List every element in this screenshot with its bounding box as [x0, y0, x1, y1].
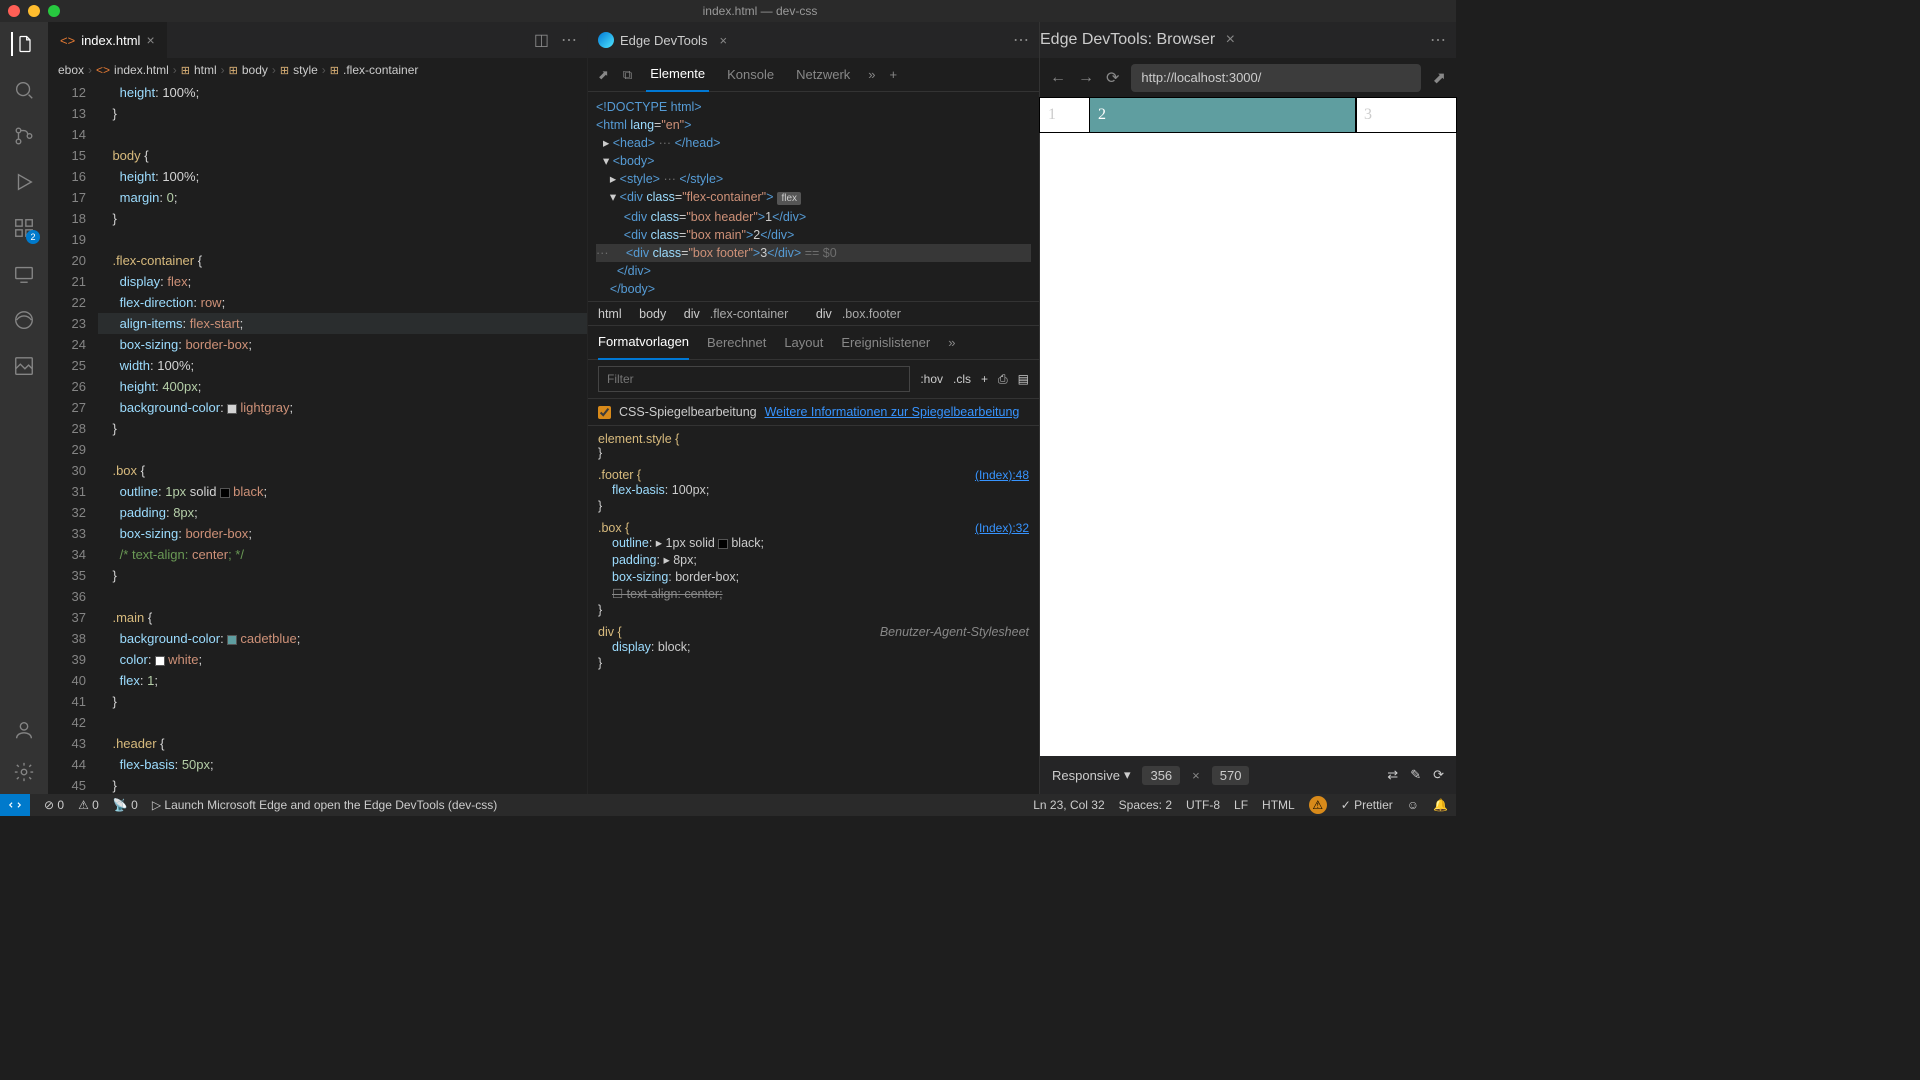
feedback-icon[interactable]: ☺ — [1407, 798, 1419, 812]
preview-box-1: 1 — [1040, 98, 1090, 132]
window-title: index.html — dev-css — [72, 4, 1448, 18]
ports-count[interactable]: 📡 0 — [113, 798, 138, 812]
styles-filter-row: :hov .cls + ⎙ ▤ — [588, 360, 1039, 399]
new-rule-icon[interactable]: + — [981, 372, 988, 386]
browser-panel: Edge DevTools: Browser × ⋯ ← → ⟳ http://… — [1040, 22, 1456, 794]
chevron-right-icon[interactable]: » — [868, 67, 875, 82]
tab-layout[interactable]: Layout — [784, 335, 823, 350]
errors-count[interactable]: ⊘ 0 — [44, 798, 64, 812]
edge-icon — [598, 32, 614, 48]
more-icon[interactable]: ⋯ — [1013, 30, 1029, 50]
device-select[interactable]: Responsive ▾ — [1052, 767, 1130, 783]
responsive-bar: Responsive ▾ 356 × 570 ⇄ ✎ ⟳ — [1040, 756, 1456, 794]
zoom-window[interactable] — [48, 5, 60, 17]
css-mirror-row: CSS-Spiegelbearbeitung Weitere Informati… — [588, 399, 1039, 426]
rotate-icon[interactable]: ⇄ — [1387, 767, 1398, 783]
forward-icon[interactable]: → — [1078, 69, 1094, 87]
more-icon[interactable]: ⋯ — [561, 30, 577, 50]
css-mirror-checkbox[interactable] — [598, 406, 611, 419]
coverage-icon[interactable]: ✎ — [1410, 767, 1421, 783]
computed-icon[interactable]: ⎙ — [998, 372, 1008, 387]
source-control-icon[interactable] — [12, 124, 36, 148]
minimize-window[interactable] — [28, 5, 40, 17]
editor-actions: ◫ ⋯ — [534, 30, 587, 50]
notifications-icon[interactable]: 🔔 — [1433, 798, 1448, 812]
html-file-icon: <> — [60, 33, 75, 48]
statusbar: ⊘ 0 ⚠ 0 📡 0 ▷ Launch Microsoft Edge and … — [0, 794, 1456, 816]
viewport-height[interactable]: 570 — [1212, 766, 1250, 785]
traffic-lights — [8, 5, 60, 17]
tab-konsole[interactable]: Konsole — [723, 58, 778, 92]
code-editor[interactable]: 1213141516171819202122232425262728293031… — [48, 82, 587, 794]
url-field[interactable]: http://localhost:3000/ — [1131, 64, 1420, 92]
tab-edge-browser[interactable]: Edge DevTools: Browser × — [1040, 31, 1235, 49]
chevron-right-icon[interactable]: » — [948, 335, 955, 350]
styles-filter-input[interactable] — [598, 366, 910, 392]
styles-tabbar: Formatvorlagen Berechnet Layout Ereignis… — [588, 326, 1039, 360]
layout-panel-icon[interactable]: ▤ — [1018, 372, 1029, 386]
tab-netzwerk[interactable]: Netzwerk — [792, 58, 854, 92]
prettier-status[interactable]: ✓ Prettier — [1341, 798, 1393, 812]
tab-edge-devtools[interactable]: Edge DevTools × — [588, 22, 737, 58]
css-mirror-link[interactable]: Weitere Informationen zur Spiegelbearbei… — [765, 405, 1020, 419]
close-icon[interactable]: × — [719, 33, 727, 48]
dom-crumbs[interactable]: html body div.flex-container div.box.foo… — [588, 302, 1039, 326]
back-icon[interactable]: ← — [1050, 69, 1066, 87]
titlebar: index.html — dev-css — [0, 0, 1456, 22]
remote-indicator[interactable] — [0, 794, 30, 816]
add-tab-icon[interactable]: + — [890, 67, 898, 82]
devtools-toolbar: ⬈ ⧉ Elemente Konsole Netzwerk » + — [588, 58, 1039, 92]
eol[interactable]: LF — [1234, 798, 1248, 812]
preview-box-3: 3 — [1356, 98, 1456, 132]
warn-badge[interactable]: ⚠ — [1309, 796, 1327, 814]
close-window[interactable] — [8, 5, 20, 17]
settings-gear-icon[interactable] — [12, 760, 36, 784]
edge-tools-icon[interactable] — [12, 308, 36, 332]
tab-elemente[interactable]: Elemente — [646, 58, 709, 92]
cursor-pos[interactable]: Ln 23, Col 32 — [1033, 798, 1104, 812]
reload-icon[interactable]: ⟳ — [1106, 68, 1119, 88]
dom-tree[interactable]: <!DOCTYPE html> <html lang="en"> ▸ <head… — [588, 92, 1039, 302]
tab-formatvorlagen[interactable]: Formatvorlagen — [598, 326, 689, 360]
launch-hint[interactable]: ▷ Launch Microsoft Edge and open the Edg… — [152, 798, 497, 812]
account-icon[interactable] — [12, 718, 36, 742]
indent[interactable]: Spaces: 2 — [1119, 798, 1172, 812]
gallery-icon[interactable] — [12, 354, 36, 378]
cls-toggle[interactable]: .cls — [953, 372, 971, 386]
activity-bar — [0, 22, 48, 794]
language-mode[interactable]: HTML — [1262, 798, 1295, 812]
tab-index-html[interactable]: <> index.html × — [48, 22, 168, 58]
devtools-panel: Edge DevTools × ⋯ ⬈ ⧉ Elemente Konsole N… — [588, 22, 1040, 794]
run-debug-icon[interactable] — [12, 170, 36, 194]
hov-toggle[interactable]: :hov — [920, 372, 943, 386]
close-icon[interactable]: × — [1226, 31, 1235, 48]
encoding[interactable]: UTF-8 — [1186, 798, 1220, 812]
tab-label: index.html — [81, 33, 140, 48]
preview-box-2: 2 — [1090, 98, 1356, 132]
warnings-count[interactable]: ⚠ 0 — [78, 798, 99, 812]
editor-group: <> index.html × ◫ ⋯ ebox› <>index.html› … — [48, 22, 588, 794]
browser-toolbar: ← → ⟳ http://localhost:3000/ ⬈ — [1040, 58, 1456, 98]
explorer-icon[interactable] — [11, 32, 35, 56]
editor-tabbar: <> index.html × ◫ ⋯ — [48, 22, 587, 58]
viewport-width[interactable]: 356 — [1142, 766, 1180, 785]
split-editor-icon[interactable]: ◫ — [534, 30, 549, 50]
remote-icon[interactable] — [12, 262, 36, 286]
screenshot-icon[interactable]: ⟳ — [1433, 767, 1444, 783]
extensions-icon[interactable] — [12, 216, 36, 240]
device-icon[interactable]: ⧉ — [623, 67, 632, 83]
inspect-page-icon[interactable]: ⬈ — [1433, 68, 1446, 88]
search-icon[interactable] — [12, 78, 36, 102]
browser-viewport[interactable]: 1 2 3 — [1040, 98, 1456, 756]
tab-berechnet[interactable]: Berechnet — [707, 335, 766, 350]
breadcrumb[interactable]: ebox› <>index.html› ⊞html› ⊞body› ⊞style… — [48, 58, 587, 82]
close-icon[interactable]: × — [146, 32, 154, 48]
tab-ereignis[interactable]: Ereignislistener — [841, 335, 930, 350]
more-icon[interactable]: ⋯ — [1430, 30, 1446, 50]
styles-body[interactable]: element.style {} .footer {(Index):48 fle… — [588, 426, 1039, 794]
inspect-icon[interactable]: ⬈ — [598, 67, 609, 83]
